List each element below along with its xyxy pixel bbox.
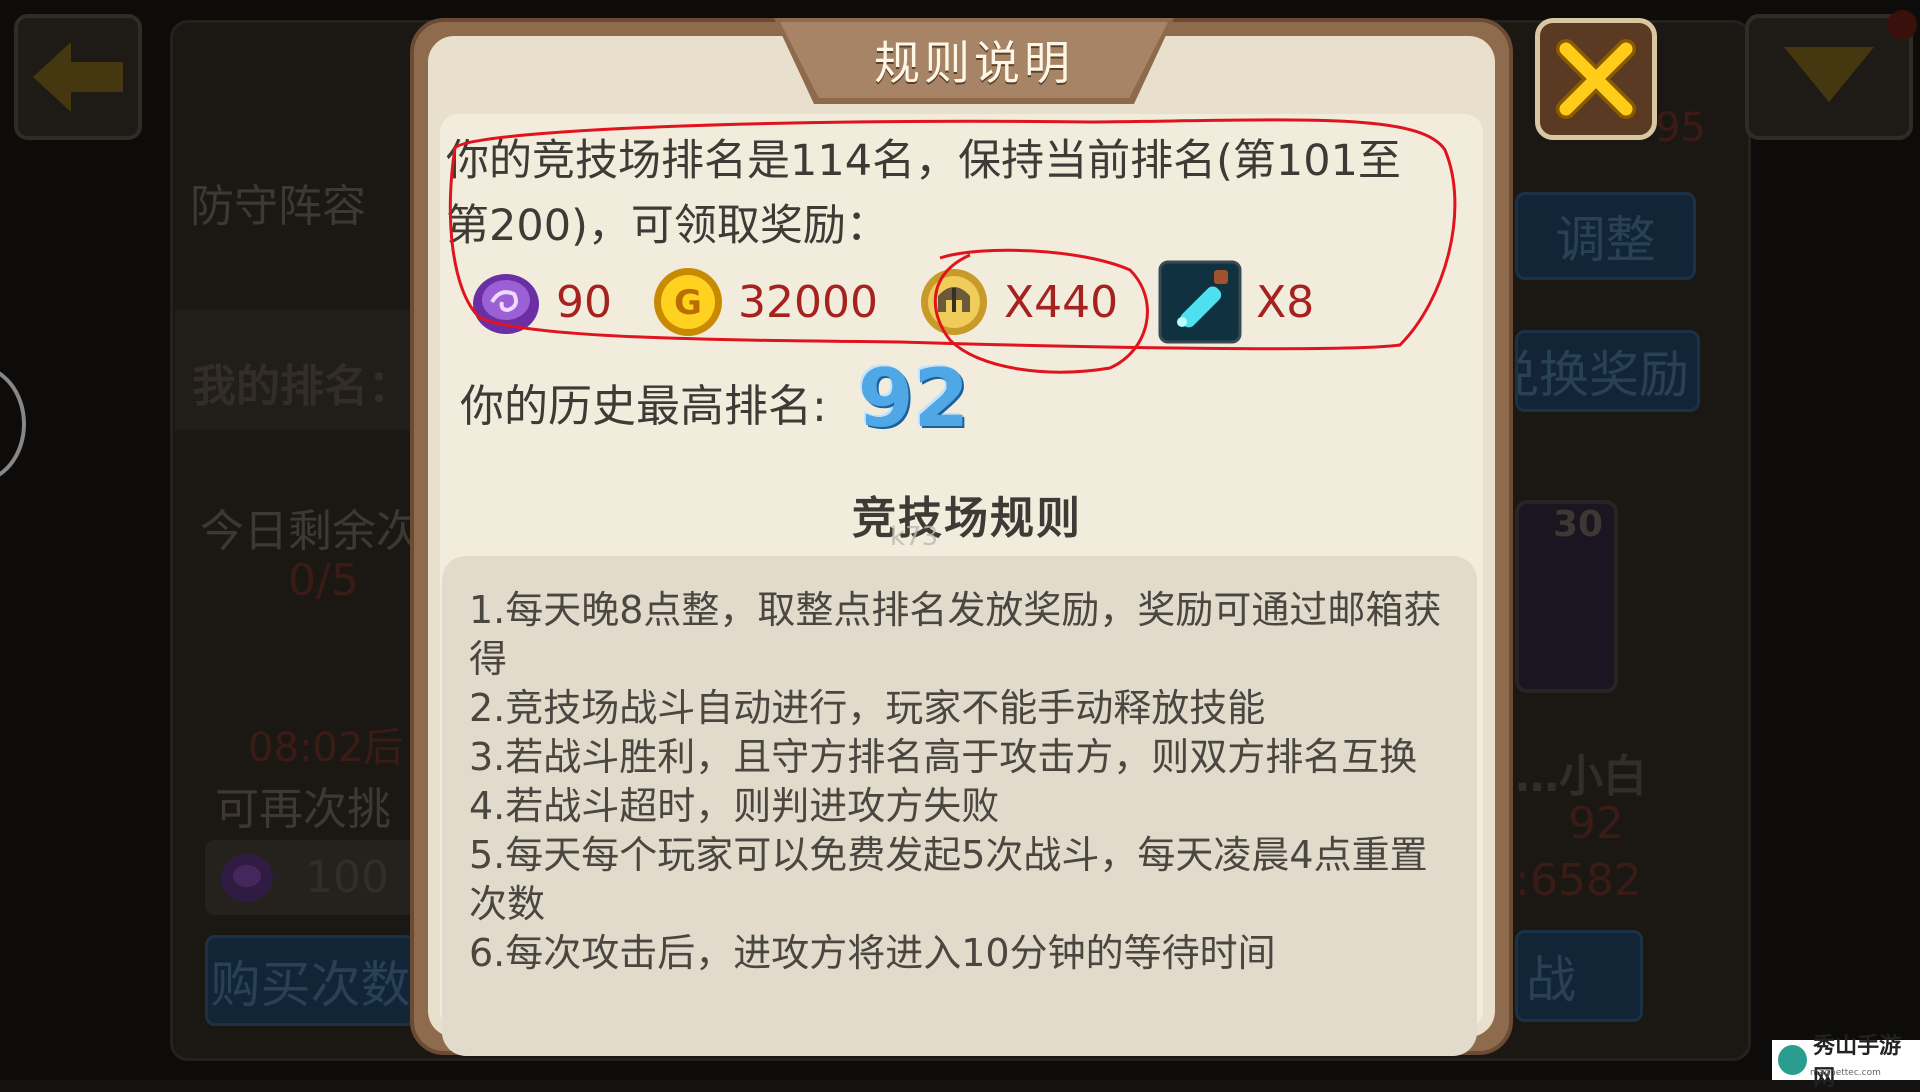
reward-list: 90 G 32000 X440 X8: [470, 260, 1354, 344]
rule-item: 5.每天每个玩家可以免费发起5次战斗，每天凌晨4点重置次数: [469, 833, 1428, 926]
reward-item: 90: [470, 266, 612, 338]
helmet-medal-icon: [920, 269, 987, 335]
rule-item: 1.每天晚8点整，取整点排名发放奖励，奖励可通过邮箱获得: [469, 588, 1442, 681]
svg-text:G: G: [674, 283, 702, 323]
site-url: magnettec.com: [1810, 1068, 1881, 1078]
rule-item: 3.若战斗胜利，且守方排名高于攻击方，则双方排名互换: [469, 735, 1418, 779]
rule-item: 6.每次攻击后，进攻方将进入10分钟的等待时间: [469, 931, 1276, 975]
rules-list: 1.每天晚8点整，取整点排名发放奖励，奖励可通过邮箱获得 2.竞技场战斗自动进行…: [469, 586, 1459, 978]
purple-gem-icon: [473, 274, 539, 334]
reward-item: G 32000: [652, 266, 878, 338]
reward-value: 32000: [738, 276, 878, 328]
rule-item: 4.若战斗超时，则判进攻方失败: [469, 784, 1000, 828]
reward-value: X440: [1003, 276, 1119, 328]
reward-value: 90: [556, 276, 612, 328]
reward-item: X8: [1158, 260, 1314, 344]
watermark: k73: [890, 522, 939, 552]
rank-info-line-1: 你的竞技场排名是114名，保持当前排名(第101至: [446, 136, 1401, 186]
best-rank-label: 你的历史最高排名:: [460, 381, 827, 432]
rules-box[interactable]: 1.每天晚8点整，取整点排名发放奖励，奖励可通过邮箱获得 2.竞技场战斗自动进行…: [442, 556, 1477, 1056]
best-rank-value: 92: [858, 352, 970, 445]
close-button[interactable]: [1535, 18, 1657, 140]
gold-coin-icon: G: [654, 268, 722, 336]
reward-value: X8: [1256, 276, 1315, 328]
close-icon: [1556, 39, 1636, 119]
reward-item: X440: [918, 266, 1118, 338]
rank-info-line-2: 第200)，可领取奖励：: [446, 201, 889, 251]
site-logo-icon: [1778, 1045, 1808, 1075]
arena-rules-heading: 竞技场规则: [852, 493, 1082, 544]
title-tab: 规则说明: [774, 18, 1174, 104]
rule-item: 2.竞技场战斗自动进行，玩家不能手动释放技能: [469, 686, 1266, 730]
site-name: 秀山手游网: [1813, 1034, 1902, 1091]
potion-icon: [1158, 260, 1242, 344]
dialog-title: 规则说明: [874, 36, 1074, 90]
